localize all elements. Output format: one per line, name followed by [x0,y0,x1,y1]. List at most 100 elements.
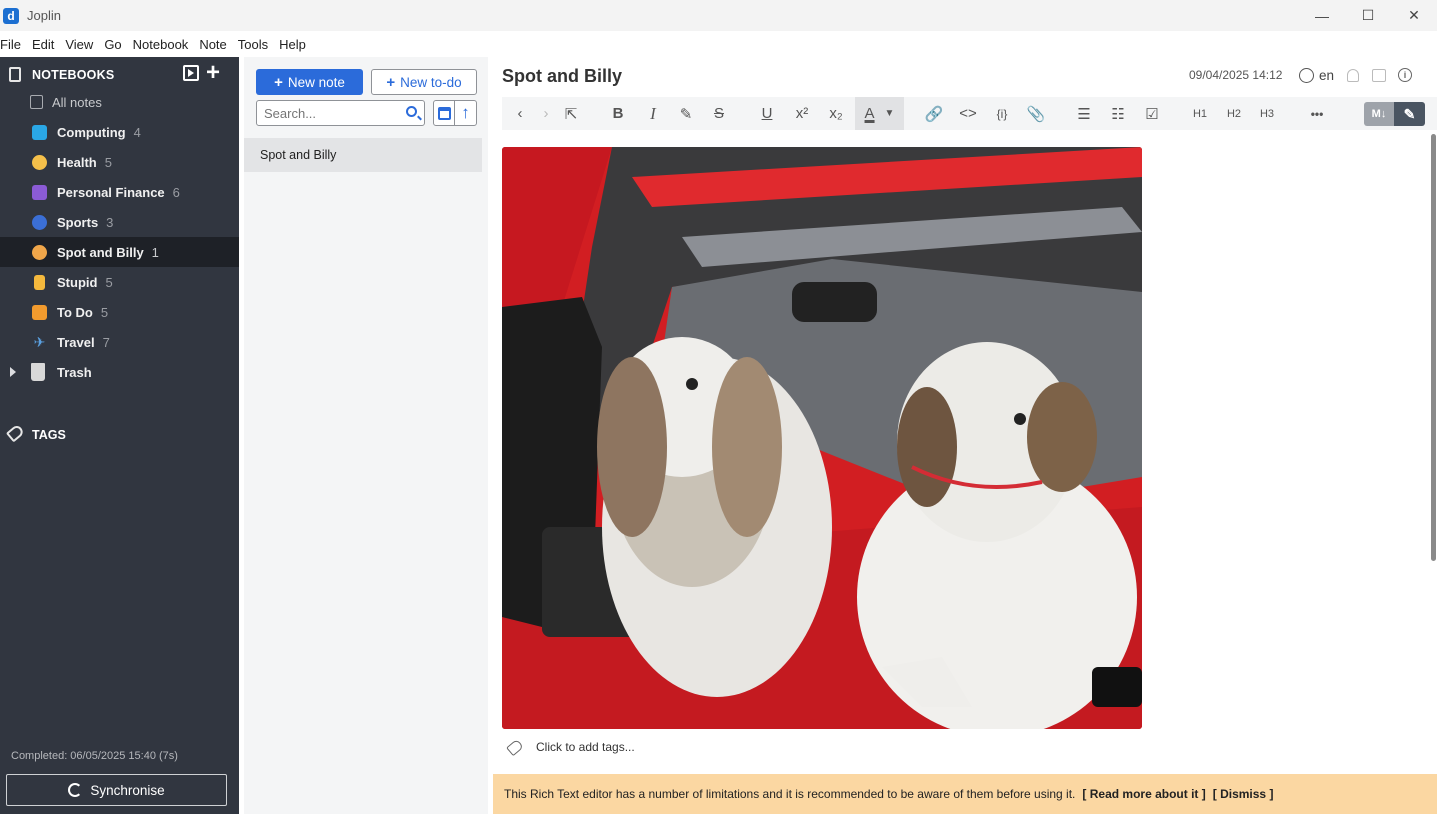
heading2-button[interactable]: H2 [1224,97,1244,130]
sidebar-item-label: Personal Finance [57,184,165,200]
title-bar: d Joplin — ☐ ✕ [0,0,1437,31]
dismiss-link[interactable]: [ Dismiss ] [1213,787,1274,801]
menu-tools[interactable]: Tools [238,37,268,52]
highlight-icon[interactable]: ✎ [676,97,696,130]
notebooks-header: NOTEBOOKS + [0,61,239,87]
sidebar-item-computing[interactable]: Computing 4 [0,117,239,147]
thumbs-down-icon [34,274,45,290]
sidebar-item-label: Trash [57,364,92,380]
note-count: 4 [133,124,141,140]
sidebar-item-sports[interactable]: Sports 3 [0,207,239,237]
sidebar-item-label: Travel [57,334,95,350]
menu-go[interactable]: Go [104,37,121,52]
note-date: 09/04/2025 14:12 [1189,68,1283,82]
checklist-icon[interactable]: ☑ [1142,97,1162,130]
new-note-label: New note [287,74,345,90]
sync-status: Completed: 06/05/2025 15:40 (7s) [11,750,178,762]
trash-icon [31,363,45,381]
notebooks-title[interactable]: NOTEBOOKS [32,68,114,82]
expand-arrow-icon[interactable] [10,367,16,377]
text-color-button[interactable]: A ▼ [855,97,904,130]
search-icon[interactable] [406,106,417,117]
sidebar-item-trash[interactable]: Trash [0,357,239,387]
open-external-icon[interactable]: ⇱ [563,97,579,130]
joplin-logo-icon: d [3,7,19,24]
sync-icon [68,783,83,797]
maximize-button[interactable]: ☐ [1345,0,1391,31]
strikethrough-icon[interactable]: S [710,97,728,130]
sidebar-item-label: Health [57,154,97,170]
sidebar-item-spot-and-billy[interactable]: Spot and Billy 1 [0,237,239,267]
inline-code-icon[interactable]: <> [958,97,978,130]
menu-edit[interactable]: Edit [32,37,54,52]
sidebar: NOTEBOOKS + All notes Computing 4 Health 5… [0,57,239,814]
code-block-icon[interactable]: {i} [993,97,1011,130]
markdown-editor-toggle-icon[interactable]: M↓ [1364,102,1394,126]
note-editor: Spot and Billy 09/04/2025 14:12 en i ‹ ›… [488,57,1437,814]
notebook-icon [9,67,21,82]
heading3-button[interactable]: H3 [1257,97,1277,130]
menu-file[interactable]: File [0,37,21,52]
sort-order-arrow-up-icon[interactable]: ↑ [455,101,476,125]
sidebar-item-label: Spot and Billy [57,244,144,260]
link-icon[interactable]: 🔗 [924,97,944,130]
sort-by-date-button[interactable] [434,101,456,125]
sidebar-item-personal-finance[interactable]: Personal Finance 6 [0,177,239,207]
sidebar-item-health[interactable]: Health 5 [0,147,239,177]
language-selector[interactable]: en [1319,68,1334,83]
menu-view[interactable]: View [65,37,93,52]
tags-title[interactable]: TAGS [32,428,66,442]
superscript-icon[interactable]: x² [792,97,812,130]
banner-text: This Rich Text editor has a number of li… [504,787,1076,801]
new-todo-button[interactable]: + New to-do [371,69,477,95]
search-input[interactable] [264,102,404,124]
underline-icon[interactable]: U [758,97,776,130]
info-icon[interactable]: i [1398,68,1412,82]
menu-note[interactable]: Note [199,37,226,52]
add-tags-row[interactable]: Click to add tags... [506,738,635,756]
sidebar-item-label: Computing [57,124,126,140]
globe-icon[interactable] [1299,68,1314,83]
numbered-list-icon[interactable]: ☷ [1108,97,1128,130]
sidebar-item-travel[interactable]: ✈ Travel 7 [0,327,239,357]
bulleted-list-icon[interactable]: ☰ [1074,97,1094,130]
attachment-icon[interactable]: 📎 [1026,97,1046,130]
subscript-icon[interactable]: x₂ [826,97,846,130]
bold-icon[interactable]: B [609,97,627,130]
note-count: 1 [151,244,159,260]
toggle-sidebar-icon[interactable] [183,65,199,81]
sidebar-item-all-notes[interactable]: All notes [0,87,239,117]
sidebar-item-stupid[interactable]: Stupid 5 [0,267,239,297]
note-image-dogs-in-car [502,147,1142,729]
heading1-button[interactable]: H1 [1190,97,1210,130]
alarm-bell-icon[interactable] [1347,69,1359,82]
sidebar-item-to-do[interactable]: To Do 5 [0,297,239,327]
new-note-button[interactable]: + New note [256,69,363,95]
add-tags-placeholder[interactable]: Click to add tags... [536,740,635,754]
menu-bar: File Edit View Go Notebook Note Tools He… [0,31,1437,57]
dogs-in-red-car-image [502,147,1142,729]
computer-icon [32,124,47,140]
more-options-icon[interactable]: ••• [1305,97,1329,130]
chevron-down-icon[interactable]: ▼ [885,108,895,119]
editor-scrollbar[interactable] [1431,134,1436,561]
italic-icon[interactable]: I [644,97,662,130]
menu-help[interactable]: Help [279,37,306,52]
rich-text-editor-toggle-icon[interactable]: ✎ [1394,102,1425,126]
note-list: + New note + New to-do ↑ Spot and Billy [244,57,488,814]
add-notebook-icon[interactable]: + [206,61,220,85]
synchronise-button[interactable]: Synchronise [6,774,227,806]
all-notes-icon [30,95,43,109]
close-button[interactable]: ✕ [1391,0,1437,31]
note-count: 6 [172,184,180,200]
note-list-item[interactable]: Spot and Billy [244,138,482,172]
back-icon[interactable]: ‹ [512,97,528,130]
note-title[interactable]: Spot and Billy [502,66,622,87]
forward-icon[interactable]: › [538,97,554,130]
note-count: 5 [104,154,112,170]
editor-toolbar: ‹ › ⇱ B I ✎ S U x² x₂ A ▼ 🔗 <> {i} 📎 ☰ ☷… [502,97,1437,130]
toggle-layout-icon[interactable] [1372,69,1386,82]
menu-notebook[interactable]: Notebook [133,37,189,52]
read-more-link[interactable]: [ Read more about it ] [1082,787,1205,801]
minimize-button[interactable]: — [1299,0,1345,31]
